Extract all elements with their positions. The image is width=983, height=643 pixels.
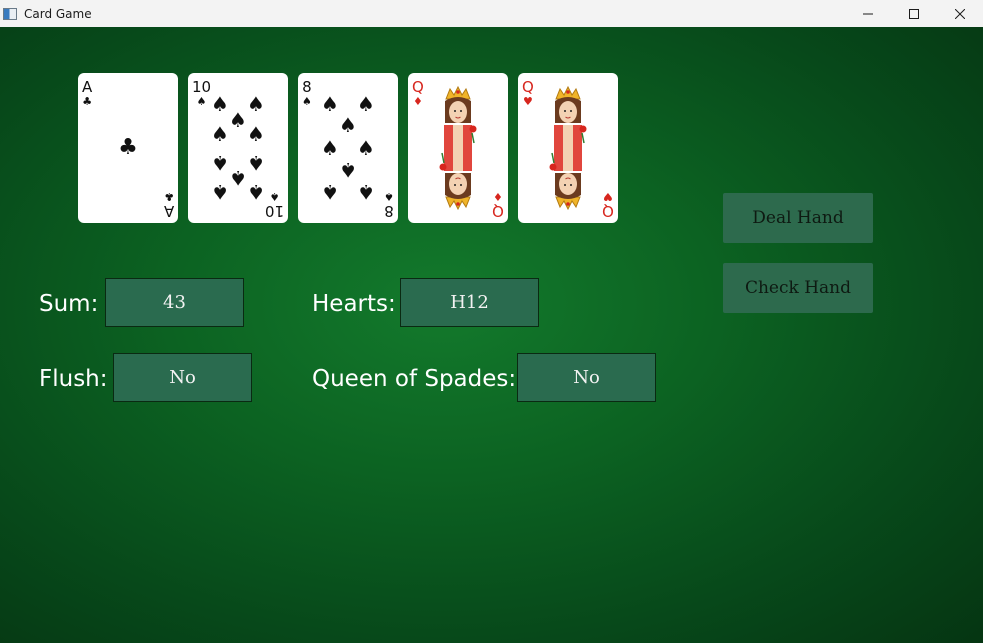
queen-of-spades-field: No [517, 353, 656, 402]
card-rank: Q [522, 78, 534, 96]
card-corner-top: 10 ♠ [192, 78, 212, 108]
card-corner-top: 8 ♠ [302, 78, 312, 108]
maximize-button[interactable] [891, 0, 937, 27]
club-icon: ♣ [82, 95, 93, 108]
card-corner-bottom: 10 ♠ [264, 190, 284, 220]
card-rank: 8 [384, 202, 394, 220]
sum-label: Sum: [39, 291, 99, 317]
spade-icon: ♠ [357, 92, 375, 116]
flush-field: No [113, 353, 252, 402]
card-corner-bottom: A ♣ [163, 190, 174, 220]
card-corner-top: Q ♦ [412, 78, 424, 108]
card-ace-of-clubs[interactable]: A ♣ ♣ A ♣ [78, 73, 178, 223]
spade-icon: ♠ [339, 113, 357, 137]
card-game-window: Card Game A ♣ ♣ A ♣ 10 ♠ ♠ ♠ ♠ ♠ ♠ ♠ ♠ ♠… [0, 0, 983, 643]
spade-icon: ♠ [247, 180, 265, 204]
spade-icon: ♠ [269, 190, 280, 203]
minimize-icon [863, 13, 873, 14]
spade-icon: ♠ [229, 108, 247, 132]
hearts-field: H12 [400, 278, 539, 327]
card-rank: Q [492, 202, 504, 220]
card-rank: 10 [264, 202, 284, 220]
card-corner-bottom: Q ♥ [602, 190, 614, 220]
spade-icon: ♠ [211, 180, 229, 204]
hearts-label: Hearts: [312, 291, 396, 317]
card-corner-top: Q ♥ [522, 78, 534, 108]
heart-icon: ♥ [603, 190, 614, 203]
club-icon: ♣ [118, 135, 138, 160]
spade-icon: ♠ [247, 122, 265, 146]
spade-icon: ♠ [229, 166, 247, 190]
spade-icon: ♠ [247, 151, 265, 175]
title-bar[interactable]: Card Game [0, 0, 983, 27]
maximize-icon [909, 8, 919, 19]
club-icon: ♣ [163, 190, 174, 203]
deal-hand-button[interactable]: Deal Hand [723, 193, 873, 243]
window-title: Card Game [24, 6, 92, 21]
card-corner-top: A ♣ [82, 78, 93, 108]
card-rank: Q [412, 78, 424, 96]
card-queen-of-hearts[interactable]: Q ♥ Q ♥ [518, 73, 618, 223]
check-hand-button[interactable]: Check Hand [723, 263, 873, 313]
spade-icon: ♠ [384, 190, 394, 203]
card-eight-of-spades[interactable]: 8 ♠ ♠ ♠ ♠ ♠ ♠ ♠ ♠ ♠ 8 ♠ [298, 73, 398, 223]
card-rank: 8 [302, 78, 312, 96]
spade-icon: ♠ [247, 92, 265, 116]
flush-label: Flush: [39, 366, 108, 392]
heart-icon: ♥ [522, 95, 533, 108]
spade-icon: ♠ [321, 180, 339, 204]
card-rank: A [82, 78, 93, 96]
minimize-button[interactable] [845, 0, 891, 27]
spade-icon: ♠ [211, 122, 229, 146]
spade-icon: ♠ [302, 95, 312, 108]
spade-icon: ♠ [211, 151, 229, 175]
spade-icon: ♠ [357, 136, 375, 160]
card-ten-of-spades[interactable]: 10 ♠ ♠ ♠ ♠ ♠ ♠ ♠ ♠ ♠ ♠ ♠ 10 ♠ [188, 73, 288, 223]
diamond-icon: ♦ [493, 190, 504, 203]
spade-icon: ♠ [211, 92, 229, 116]
card-corner-bottom: Q ♦ [492, 190, 504, 220]
diamond-icon: ♦ [412, 95, 423, 108]
spade-icon: ♠ [321, 92, 339, 116]
spade-icon: ♠ [339, 158, 357, 182]
app-window-icon [3, 7, 17, 20]
window-controls [845, 0, 983, 27]
queen-portrait-icon [549, 85, 587, 211]
card-rank: A [163, 202, 174, 220]
card-rank: Q [602, 202, 614, 220]
game-table: A ♣ ♣ A ♣ 10 ♠ ♠ ♠ ♠ ♠ ♠ ♠ ♠ ♠ ♠ ♠ 10 ♠ … [0, 27, 983, 643]
spade-icon: ♠ [357, 180, 375, 204]
close-icon [955, 8, 965, 19]
card-corner-bottom: 8 ♠ [384, 190, 394, 220]
sum-field: 43 [105, 278, 244, 327]
queen-of-spades-label: Queen of Spades: [312, 366, 517, 392]
card-queen-of-diamonds[interactable]: Q ♦ Q ♦ [408, 73, 508, 223]
close-button[interactable] [937, 0, 983, 27]
spade-icon: ♠ [196, 95, 207, 108]
queen-portrait-icon [439, 85, 477, 211]
card-rank: 10 [192, 78, 212, 96]
spade-icon: ♠ [321, 136, 339, 160]
